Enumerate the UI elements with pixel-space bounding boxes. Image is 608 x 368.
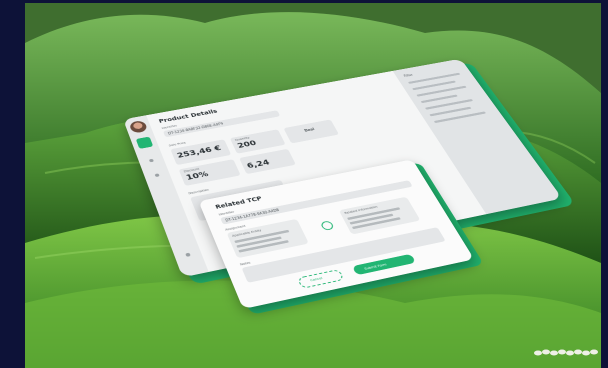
- settings-dot-icon[interactable]: [185, 253, 191, 257]
- mockup-stage: Product Details Identifier DT-1234-8A8F3…: [0, 0, 608, 368]
- avatar[interactable]: [128, 120, 148, 134]
- deal-field[interactable]: [283, 119, 339, 143]
- swap-icon[interactable]: [320, 220, 335, 231]
- panel-title: Related TCP: [214, 195, 263, 210]
- home-icon[interactable]: [136, 137, 154, 149]
- menu-dot-icon[interactable]: [155, 173, 160, 177]
- sheep-flock-illustration: [532, 344, 600, 360]
- sidebar-title: Filter: [403, 73, 414, 78]
- menu-dot-icon[interactable]: [149, 159, 154, 163]
